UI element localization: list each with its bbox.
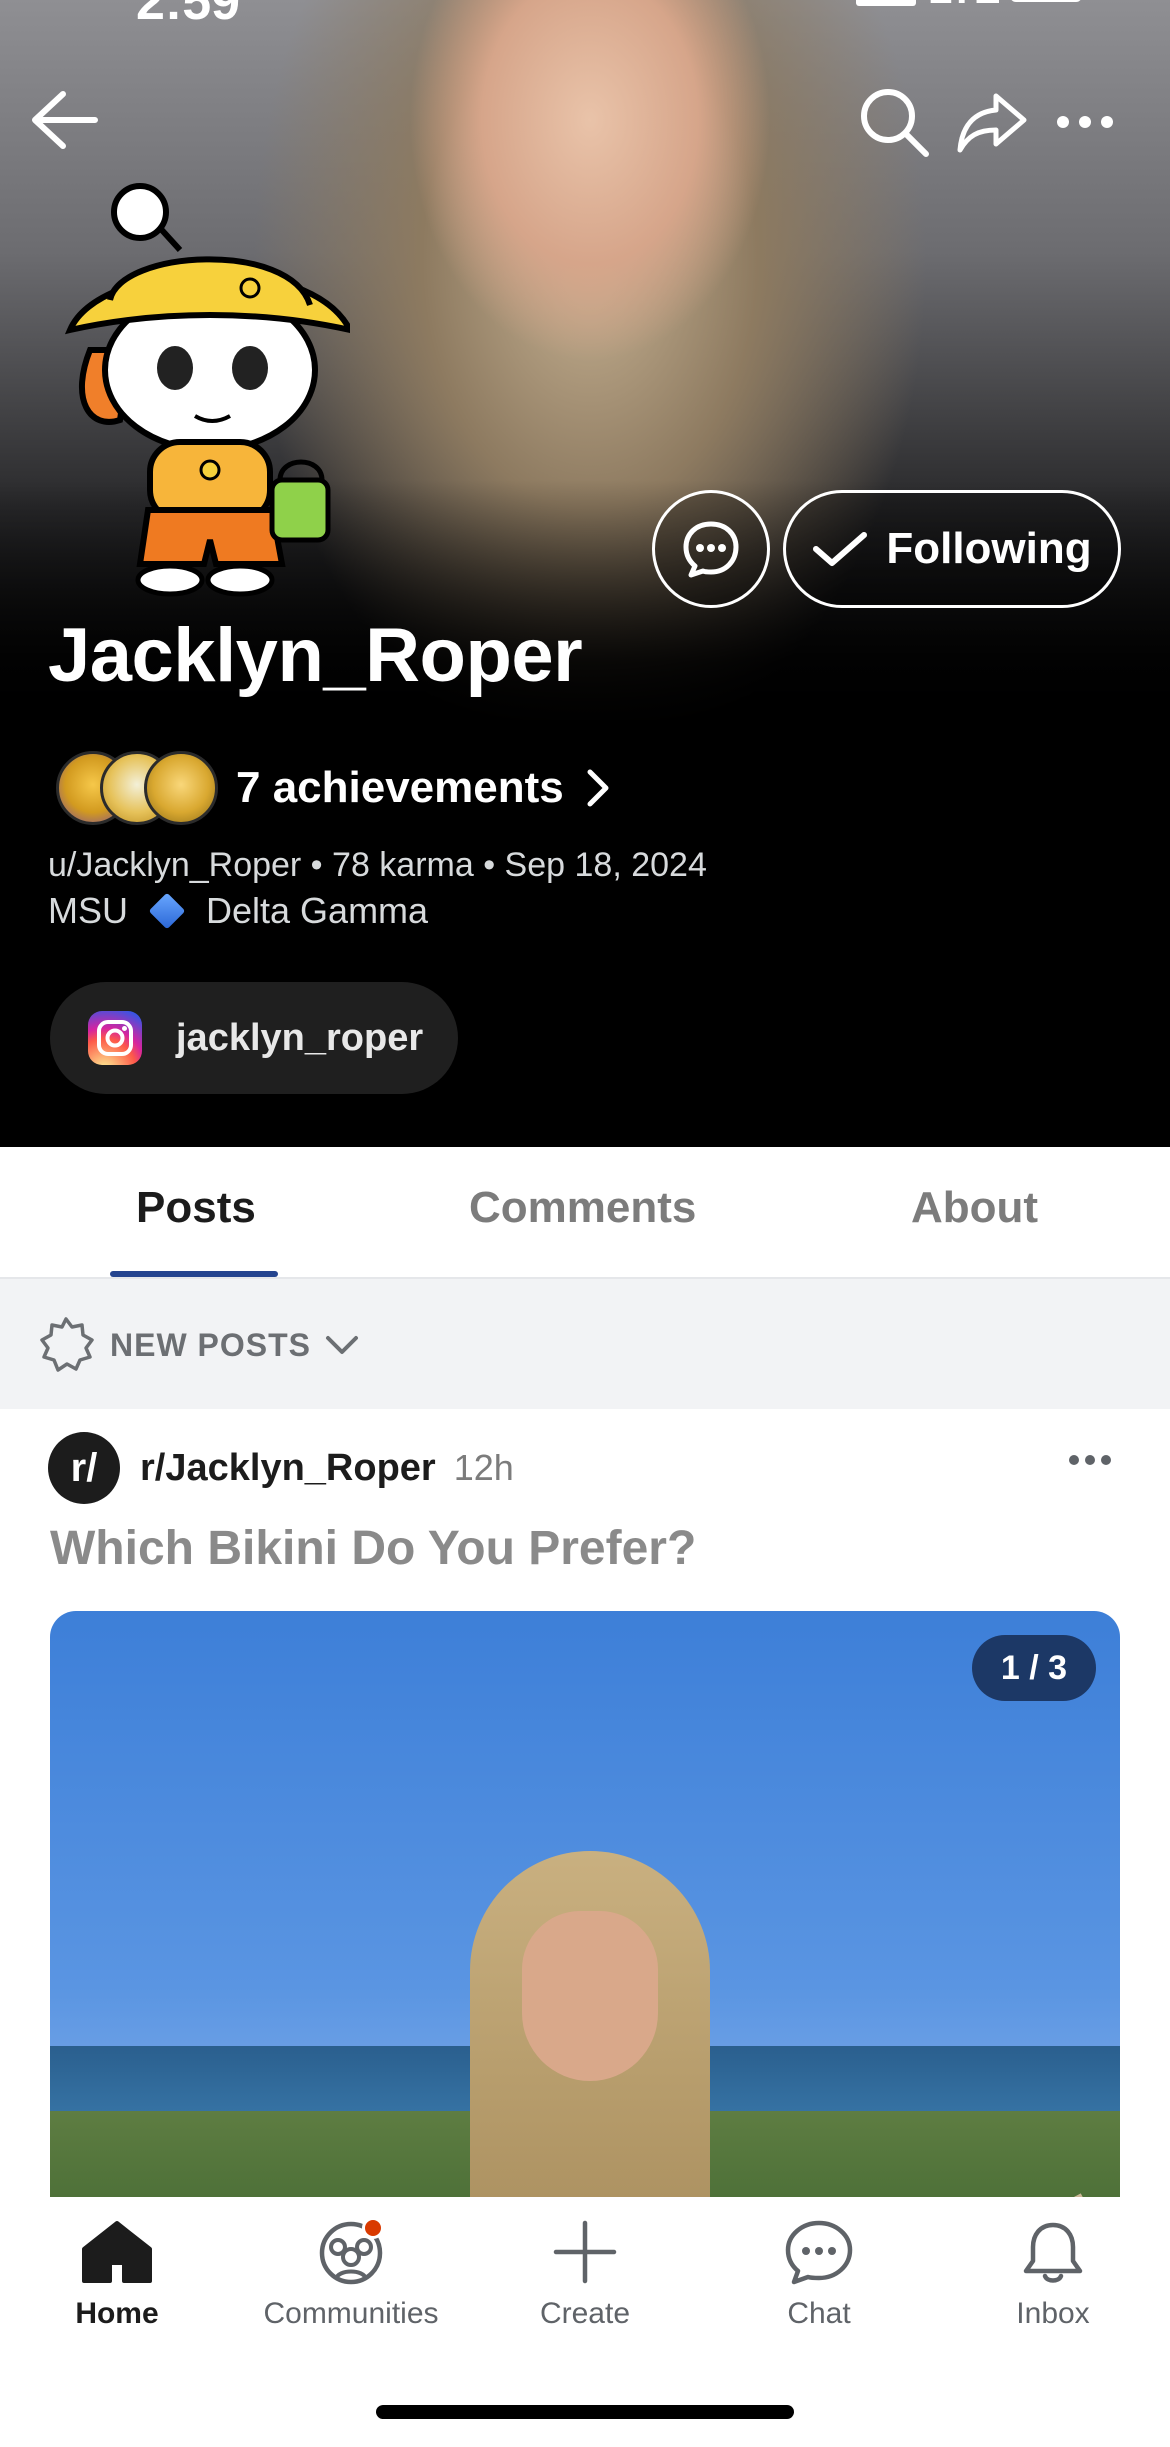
avatar bbox=[64, 183, 350, 597]
achievements-link[interactable]: 7 achievements bbox=[56, 748, 610, 828]
nav-communities[interactable]: Communities bbox=[234, 2217, 468, 2331]
chat-icon bbox=[785, 2220, 853, 2285]
nav-chat-label: Chat bbox=[787, 2297, 851, 2330]
chevron-right-icon bbox=[586, 768, 610, 808]
plus-icon bbox=[553, 2220, 617, 2284]
sort-dropdown[interactable]: NEW POSTS bbox=[36, 1315, 359, 1375]
nav-home[interactable]: Home bbox=[0, 2219, 234, 2331]
new-sparkle-icon bbox=[40, 1317, 94, 1372]
post-age: 12h bbox=[453, 1447, 514, 1488]
nav-inbox-label: Inbox bbox=[1016, 2297, 1090, 2330]
active-tab-indicator bbox=[110, 1271, 278, 1277]
chevron-down-icon bbox=[326, 1336, 359, 1354]
notification-dot bbox=[362, 2217, 384, 2239]
tab-posts[interactable]: Posts bbox=[136, 1183, 256, 1233]
checkmark-icon bbox=[813, 532, 868, 566]
arrow-left-icon bbox=[32, 91, 98, 149]
more-options-button[interactable] bbox=[1052, 100, 1118, 144]
following-button[interactable]: Following bbox=[783, 490, 1121, 608]
bell-icon bbox=[1023, 2222, 1083, 2283]
gallery-counter: 1 / 3 bbox=[972, 1635, 1096, 1701]
back-button[interactable] bbox=[24, 84, 104, 156]
instagram-icon bbox=[88, 1011, 142, 1065]
profile-tabs: Posts Comments About bbox=[0, 1147, 1170, 1279]
subreddit-name[interactable]: r/Jacklyn_Roper bbox=[140, 1447, 436, 1490]
nav-home-label: Home bbox=[75, 2297, 159, 2330]
status-time: 2:59 bbox=[136, 0, 241, 31]
share-button[interactable] bbox=[954, 84, 1030, 160]
tab-about[interactable]: About bbox=[911, 1183, 1038, 1233]
nav-chat[interactable]: Chat bbox=[702, 2219, 936, 2331]
nav-create[interactable]: Create bbox=[468, 2219, 702, 2331]
instagram-handle: jacklyn_roper bbox=[176, 1016, 424, 1059]
post-title[interactable]: Which Bikini Do You Prefer? bbox=[50, 1521, 696, 1576]
post-options-button[interactable] bbox=[1068, 1453, 1112, 1472]
bio-org: Delta Gamma bbox=[206, 890, 429, 931]
achievement-badge-icon bbox=[144, 751, 218, 825]
search-icon bbox=[861, 89, 929, 157]
status-indicators: LTE bbox=[856, 0, 1086, 12]
more-dots-icon bbox=[1057, 116, 1113, 128]
post-header: r/ r/Jacklyn_Roper 12h bbox=[48, 1431, 514, 1505]
sort-bar: NEW POSTS bbox=[0, 1279, 1170, 1409]
subreddit-icon[interactable]: r/ bbox=[48, 1432, 120, 1504]
network-label: LTE bbox=[928, 0, 1001, 13]
nav-communities-label: Communities bbox=[263, 2297, 439, 2330]
more-dots-icon bbox=[1069, 1455, 1111, 1465]
home-indicator[interactable] bbox=[376, 2405, 794, 2419]
tab-comments[interactable]: Comments bbox=[469, 1183, 696, 1233]
battery-icon bbox=[1010, 0, 1082, 2]
search-button[interactable] bbox=[856, 84, 932, 160]
following-label: Following bbox=[886, 524, 1092, 573]
achievements-label: 7 achievements bbox=[236, 763, 564, 812]
instagram-link[interactable]: jacklyn_roper bbox=[50, 982, 458, 1094]
profile-bio: MSU Delta Gamma bbox=[48, 890, 428, 932]
sort-label: NEW POSTS bbox=[110, 1326, 312, 1363]
start-chat-button[interactable] bbox=[652, 490, 770, 608]
nav-create-label: Create bbox=[539, 2297, 631, 2330]
home-icon bbox=[82, 2221, 152, 2283]
profile-username: Jacklyn_Roper bbox=[48, 613, 583, 698]
nav-inbox[interactable]: Inbox bbox=[936, 2219, 1170, 2331]
profile-meta: u/Jacklyn_Roper • 78 karma • Sep 18, 202… bbox=[48, 846, 707, 884]
bio-school: MSU bbox=[48, 890, 128, 931]
signal-icon bbox=[856, 0, 916, 6]
blue-diamond-icon bbox=[148, 892, 186, 930]
share-icon bbox=[957, 93, 1027, 153]
profile-header: 2:59 LTE bbox=[0, 0, 1170, 1147]
chat-bubble-icon bbox=[683, 521, 739, 578]
